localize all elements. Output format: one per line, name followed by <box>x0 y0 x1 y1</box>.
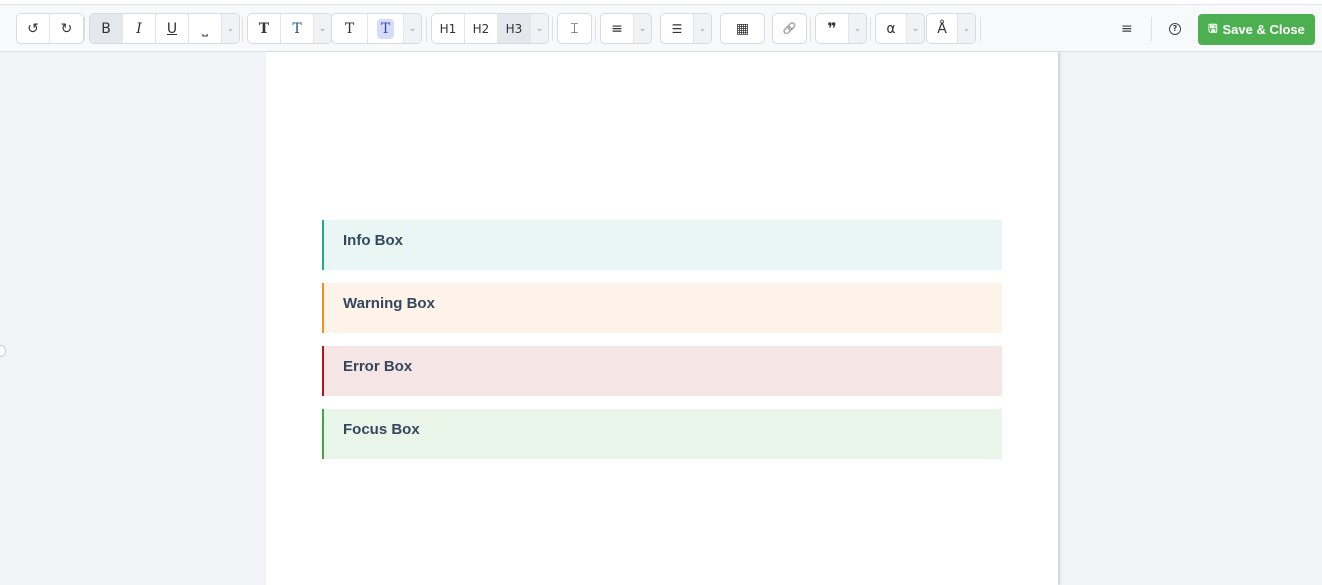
text-bg-button[interactable]: T <box>332 14 368 43</box>
error-box[interactable]: Error Box <box>322 346 1002 396</box>
divider <box>552 17 553 41</box>
save-close-button[interactable]: 🖫 Save & Close <box>1198 14 1315 45</box>
space-button[interactable]: ⎵ <box>189 14 222 43</box>
warning-box[interactable]: Warning Box <box>322 283 1002 333</box>
divider <box>810 17 811 41</box>
highlight-dropdown[interactable]: ⌄ <box>404 14 421 43</box>
align-button[interactable]: ≡ <box>601 14 634 43</box>
divider <box>595 17 596 41</box>
italic-button[interactable]: I <box>123 14 156 43</box>
heading-group: H1 H2 H3 ⌄ <box>431 13 549 44</box>
h1-button[interactable]: H1 <box>432 14 465 43</box>
list-button[interactable]: ☰ <box>661 14 694 43</box>
text-color-blue-button[interactable]: T <box>281 14 314 43</box>
heading-dropdown[interactable]: ⌄ <box>531 14 548 43</box>
divider <box>980 17 981 41</box>
special-char-group: Å ⌄ <box>926 13 976 44</box>
divider <box>242 17 243 41</box>
list-group: ☰ ⌄ <box>660 13 712 44</box>
symbol-group: α ⌄ <box>875 13 925 44</box>
divider <box>1151 17 1152 41</box>
text-color-group: T T ⌄ <box>247 13 332 44</box>
h2-button[interactable]: H2 <box>465 14 498 43</box>
h3-button[interactable]: H3 <box>498 14 531 43</box>
special-char-button[interactable]: Å <box>927 14 958 43</box>
symbol-dropdown[interactable]: ⌄ <box>907 14 924 43</box>
menu-icon[interactable]: ≡ <box>1121 21 1133 37</box>
underline-button[interactable]: U <box>156 14 189 43</box>
format-group: B I U ⎵ ⌄ <box>89 13 240 44</box>
table-button[interactable]: ▦ <box>721 14 764 43</box>
highlight-button[interactable]: T <box>376 18 395 39</box>
divider <box>426 17 427 41</box>
link-button[interactable]: 🔗 <box>773 14 806 43</box>
text-color-button[interactable]: T <box>248 14 281 43</box>
bold-button[interactable]: B <box>90 14 123 43</box>
history-group: ↺ ↻ <box>16 13 84 44</box>
save-close-label: Save & Close <box>1222 22 1305 37</box>
undo-button[interactable]: ↺ <box>17 14 50 43</box>
focus-box[interactable]: Focus Box <box>322 409 1002 459</box>
redo-button[interactable]: ↻ <box>50 14 83 43</box>
align-dropdown[interactable]: ⌄ <box>634 14 651 43</box>
symbol-button[interactable]: α <box>876 14 907 43</box>
quote-dropdown[interactable]: ⌄ <box>849 14 866 43</box>
text-color-dropdown[interactable]: ⌄ <box>314 14 331 43</box>
quote-button[interactable]: ❞ <box>816 14 849 43</box>
quote-group: ❞ ⌄ <box>815 13 867 44</box>
list-dropdown[interactable]: ⌄ <box>694 14 711 43</box>
save-icon: 🖫 <box>1208 23 1218 35</box>
format-dropdown[interactable]: ⌄ <box>222 14 239 43</box>
hr-group: ⌶ <box>557 13 592 44</box>
special-char-dropdown[interactable]: ⌄ <box>958 14 975 43</box>
document-page[interactable]: Info Box Warning Box Error Box Focus Box <box>266 52 1058 585</box>
highlight-group: T T ⌄ <box>331 13 422 44</box>
horizontal-rule-button[interactable]: ⌶ <box>558 14 591 43</box>
help-icon[interactable]: ? <box>1169 23 1181 35</box>
divider <box>870 17 871 41</box>
editor-toolbar: ↺ ↻ B I U ⎵ ⌄ T T ⌄ T T ⌄ H1 H2 H3 ⌄ ⌶ ≡… <box>0 5 1322 52</box>
link-group: 🔗 <box>772 13 807 44</box>
info-box[interactable]: Info Box <box>322 220 1002 270</box>
table-group: ▦ <box>720 13 765 44</box>
divider <box>84 17 85 41</box>
sidebar-toggle-handle[interactable] <box>0 345 6 357</box>
align-group: ≡ ⌄ <box>600 13 652 44</box>
